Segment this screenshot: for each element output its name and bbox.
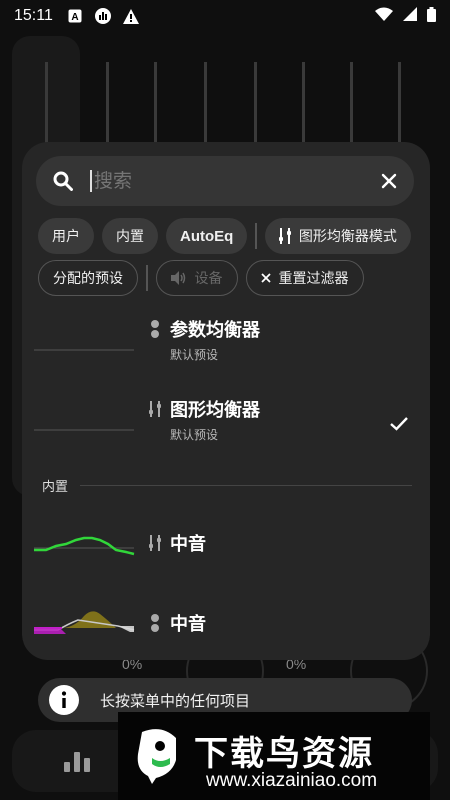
equalizer-bars-icon: [64, 748, 90, 776]
close-icon: [381, 173, 397, 189]
chip-device-label: 设备: [194, 271, 223, 287]
flat-response-curve: [34, 429, 134, 431]
parametric-eq-icon: [148, 614, 162, 632]
background-slider: [302, 62, 305, 152]
filter-chips-row-2: 分配的预设 设备 重置过滤器: [38, 260, 364, 296]
background-slider: [350, 62, 353, 152]
bird-logo-icon: [137, 729, 176, 784]
chip-autoeq[interactable]: AutoEq: [166, 218, 248, 254]
background-slider: [204, 62, 207, 152]
preset-item-graphic-eq[interactable]: 图形均衡器 默认预设: [22, 386, 430, 464]
section-builtin: 内置: [42, 476, 412, 495]
parametric-eq-icon: [148, 320, 162, 338]
chip-divider: [146, 265, 148, 291]
graphic-eq-icon: [278, 228, 291, 244]
graphic-eq-icon: [148, 400, 162, 418]
preset-item-builtin-mid-graphic[interactable]: 中音: [22, 504, 430, 582]
chip-reset-filters-label: 重置过滤器: [278, 271, 349, 287]
preset-subtitle: 默认预设: [170, 428, 219, 442]
chip-divider: [255, 223, 257, 249]
preset-item-parametric-eq[interactable]: 参数均衡器 默认预设: [22, 306, 430, 384]
search-bar[interactable]: [36, 156, 414, 206]
watermark: 下载鸟资源 www.xiazainiao.com: [118, 712, 430, 800]
check-icon: [390, 416, 408, 435]
speaker-icon: [170, 271, 187, 285]
magenta-response-curve: [34, 611, 135, 634]
preset-title: 参数均衡器: [170, 320, 260, 341]
preset-title: 中音: [170, 534, 206, 555]
chip-user[interactable]: 用户: [38, 218, 94, 254]
preset-title: 图形均衡器: [170, 400, 260, 421]
close-icon: [260, 273, 271, 283]
chip-assigned-presets[interactable]: 分配的预设: [38, 260, 138, 296]
section-label: 内置: [42, 480, 69, 495]
graphic-eq-icon: [148, 534, 162, 552]
flat-response-curve: [34, 349, 134, 351]
chip-graphic-eq-mode-label: 图形均衡器模式: [298, 229, 397, 245]
info-icon: [38, 685, 90, 715]
filter-chips-row-1: 用户 内置 AutoEq 图形均衡器模式: [38, 218, 411, 254]
background-slider: [154, 62, 157, 152]
preset-title: 中音: [170, 614, 206, 635]
chip-graphic-eq-mode[interactable]: 图形均衡器模式: [264, 218, 411, 254]
watermark-url: www.xiazainiao.com: [206, 770, 378, 791]
background-slider: [45, 62, 48, 152]
clear-search-button[interactable]: [364, 173, 414, 189]
preset-selector-dialog: 用户 内置 AutoEq 图形均衡器模式 分配的预设 设备 重置过滤器: [22, 142, 430, 660]
search-icon: [36, 171, 90, 191]
search-input[interactable]: [94, 170, 364, 192]
background-slider: [398, 62, 401, 152]
preset-item-builtin-mid-parametric[interactable]: 中音: [22, 584, 430, 660]
chip-device[interactable]: 设备: [155, 260, 238, 296]
preset-subtitle: 默认预设: [170, 348, 219, 362]
green-response-curve: [34, 536, 135, 556]
watermark-title: 下载鸟资源: [194, 734, 374, 774]
chip-builtin[interactable]: 内置: [102, 218, 158, 254]
hint-text: 长按菜单中的任何项目: [100, 691, 251, 710]
background-slider: [106, 62, 109, 152]
background-slider: [254, 62, 257, 152]
chip-reset-filters[interactable]: 重置过滤器: [245, 260, 364, 296]
text-cursor: [90, 170, 92, 192]
section-divider: [80, 485, 412, 486]
